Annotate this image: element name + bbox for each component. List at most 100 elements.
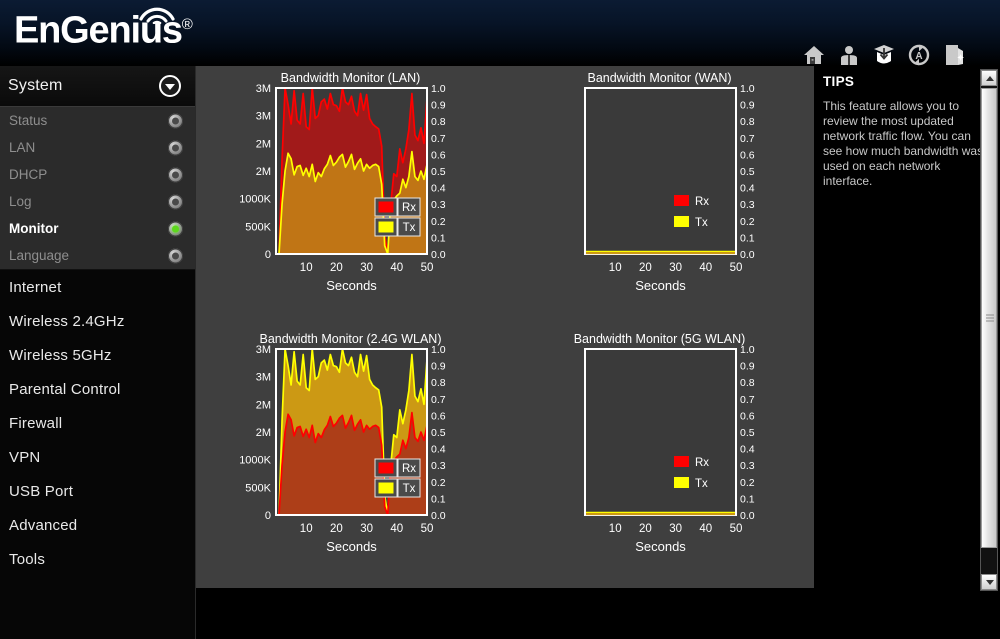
- right-axis-tick: 0.2: [740, 477, 755, 489]
- left-axis-tick: 500K: [245, 482, 271, 494]
- user-icon[interactable]: [837, 43, 861, 67]
- sidebar-item-label: Wireless 2.4GHz: [9, 312, 125, 330]
- chart-grid: Bandwidth Monitor (LAN) 0 500K 1000K 2M 2M 3M 3…: [196, 66, 814, 588]
- x-axis-tick: 30: [360, 262, 373, 274]
- x-axis-tick: 20: [330, 523, 343, 535]
- right-axis-tick: 0.8: [740, 377, 755, 389]
- x-axis-tick: 40: [699, 262, 712, 274]
- tips-panel: TIPS This feature allows you to review t…: [815, 66, 1000, 639]
- right-axis-tick: 0.9: [740, 361, 755, 373]
- sidebar-item-status[interactable]: Status: [0, 107, 195, 134]
- engenius-router-admin-page: EnGenius® A System Status LAN DHCP Log M…: [0, 0, 1000, 639]
- right-axis-tick: 0.2: [431, 477, 446, 489]
- sidebar-item-advanced[interactable]: Advanced: [0, 508, 195, 542]
- x-axis-tick: 50: [421, 523, 434, 535]
- left-axis-tick: 3M: [256, 344, 271, 356]
- sidebar-item-parental-control[interactable]: Parental Control: [0, 372, 195, 406]
- sidebar-item-monitor[interactable]: Monitor: [0, 215, 195, 242]
- sidebar-item-label: DHCP: [9, 167, 48, 182]
- wizard-icon[interactable]: [872, 43, 896, 67]
- sidebar-section-system[interactable]: System: [0, 66, 195, 106]
- chart-wlan5: Bandwidth Monitor (5G WLAN) 0.0 0.1 0.2 0.3 0…: [505, 327, 814, 588]
- scroll-up-arrow-icon[interactable]: [981, 70, 997, 86]
- right-axis-tick: 0.1: [431, 493, 446, 505]
- x-axis-tick: 30: [669, 262, 682, 274]
- x-axis-tick: 40: [390, 262, 403, 274]
- sidebar-section-title: System: [8, 77, 63, 94]
- legend-label: Rx: [402, 463, 416, 475]
- sidebar-item-vpn[interactable]: VPN: [0, 440, 195, 474]
- scroll-grip-icon: [986, 314, 994, 322]
- x-axis-tick: 40: [699, 523, 712, 535]
- sidebar-item-internet[interactable]: Internet: [0, 270, 195, 304]
- chart-title: Bandwidth Monitor (WAN): [587, 71, 731, 85]
- registered-mark: ®: [181, 16, 193, 33]
- sidebar-item-firewall[interactable]: Firewall: [0, 406, 195, 440]
- legend-label: Rx: [695, 196, 709, 208]
- legend-label: Rx: [695, 457, 709, 469]
- scrollbar-thumb[interactable]: [981, 88, 997, 548]
- right-axis-tick: 1.0: [431, 83, 446, 95]
- left-axis-tick: 3M: [256, 83, 271, 95]
- right-axis-tick: 1.0: [431, 344, 446, 356]
- bandwidth-monitor-content: Bandwidth Monitor (LAN) 0 500K 1000K 2M 2M 3M 3…: [196, 66, 814, 588]
- sidebar-mainmenu: Internet Wireless 2.4GHz Wireless 5GHz P…: [0, 270, 195, 576]
- left-axis-tick: 3M: [256, 111, 271, 123]
- auto-refresh-icon[interactable]: A: [907, 43, 931, 67]
- sidebar-item-lan[interactable]: LAN: [0, 134, 195, 161]
- tips-body: This feature allows you to review the mo…: [823, 99, 984, 188]
- sidebar-navigation: System Status LAN DHCP Log Monitor Langu…: [0, 66, 196, 639]
- right-axis-tick: 1.0: [740, 83, 755, 95]
- chart-lan: Bandwidth Monitor (LAN) 0 500K 1000K 2M 2M 3M 3…: [196, 66, 505, 327]
- right-axis-tick: 0.4: [431, 183, 446, 195]
- x-axis-tick: 20: [639, 262, 652, 274]
- sidebar-item-dhcp[interactable]: DHCP: [0, 161, 195, 188]
- sidebar-item-label: Advanced: [9, 516, 78, 534]
- right-axis-tick: 0.7: [431, 133, 446, 145]
- chevron-down-icon[interactable]: [158, 74, 182, 98]
- logout-icon[interactable]: [942, 43, 966, 67]
- sidebar-item-usb-port[interactable]: USB Port: [0, 474, 195, 508]
- x-axis-label: Seconds: [326, 539, 377, 554]
- right-axis-tick: 0.8: [431, 116, 446, 128]
- left-axis-tick: 500K: [245, 221, 271, 233]
- sidebar-submenu: Status LAN DHCP Log Monitor Language: [0, 106, 195, 270]
- sidebar-item-log[interactable]: Log: [0, 188, 195, 215]
- x-axis-tick: 30: [360, 523, 373, 535]
- x-axis-label: Seconds: [326, 278, 377, 293]
- x-axis-tick: 20: [330, 262, 343, 274]
- left-axis-tick: 3M: [256, 372, 271, 384]
- sidebar-item-language[interactable]: Language: [0, 242, 195, 269]
- scroll-down-arrow-icon[interactable]: [981, 574, 997, 590]
- home-icon[interactable]: [802, 43, 826, 67]
- x-axis-tick: 10: [300, 523, 313, 535]
- legend-label: Tx: [403, 222, 416, 234]
- status-bullet-icon-active: [168, 221, 183, 236]
- x-axis-tick: 10: [300, 262, 313, 274]
- sidebar-item-wireless-24ghz[interactable]: Wireless 2.4GHz: [0, 304, 195, 338]
- right-axis-tick: 0.9: [431, 361, 446, 373]
- status-bullet-icon: [168, 140, 183, 155]
- right-axis-tick: 0.5: [740, 427, 755, 439]
- right-axis-tick: 0.2: [431, 216, 446, 228]
- left-axis-tick: 2M: [256, 399, 271, 411]
- right-axis-tick: 0.9: [431, 100, 446, 112]
- chart-wan: Bandwidth Monitor (WAN) 0.0 0.1 0.2 0.3 0.4 0.…: [505, 66, 814, 327]
- chart-svg-wan: Bandwidth Monitor (WAN) 0.0 0.1 0.2 0.3 0.4 0.…: [505, 66, 814, 327]
- right-axis-tick: 0.6: [431, 410, 446, 422]
- x-axis-tick: 20: [639, 523, 652, 535]
- status-bullet-icon: [168, 194, 183, 209]
- right-axis-tick: 0.3: [740, 199, 755, 211]
- right-axis-tick: 1.0: [740, 344, 755, 356]
- sidebar-item-tools[interactable]: Tools: [0, 542, 195, 576]
- sidebar-item-label: Status: [9, 113, 48, 128]
- tips-scrollbar[interactable]: [980, 69, 998, 591]
- left-axis-tick: 2M: [256, 166, 271, 178]
- right-axis-tick: 0.8: [740, 116, 755, 128]
- left-axis-tick: 1000K: [239, 194, 271, 206]
- right-axis-tick: 0.5: [740, 166, 755, 178]
- x-axis-tick: 40: [390, 523, 403, 535]
- right-axis-tick: 0.8: [431, 377, 446, 389]
- sidebar-item-wireless-5ghz[interactable]: Wireless 5GHz: [0, 338, 195, 372]
- right-axis-tick: 0.0: [740, 249, 755, 261]
